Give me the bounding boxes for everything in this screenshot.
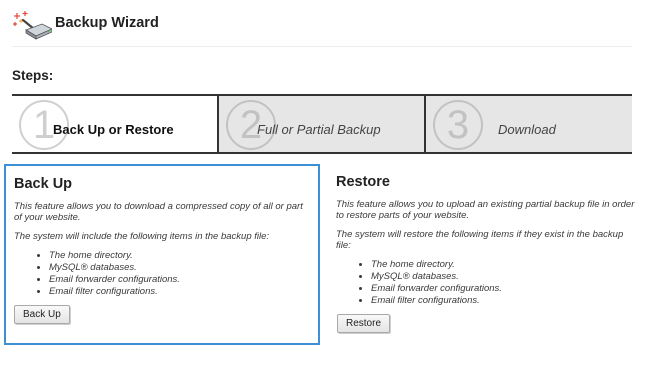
list-item: MySQL® databases. <box>371 271 636 283</box>
step-label: Back Up or Restore <box>53 122 174 137</box>
backup-panel[interactable]: Back Up This feature allows you to downl… <box>4 164 320 345</box>
step-number-3: 3 <box>433 100 483 150</box>
page-title: Backup Wizard <box>55 15 159 31</box>
list-item: Email forwarder configurations. <box>49 274 310 286</box>
step-full-or-partial-backup[interactable]: 2 Full or Partial Backup <box>219 94 426 154</box>
restore-items-intro: The system will restore the following it… <box>336 229 624 251</box>
list-item: Email filter configurations. <box>371 295 636 307</box>
backup-title: Back Up <box>14 176 73 192</box>
step-download[interactable]: 3 Download <box>426 94 632 154</box>
restore-title: Restore <box>336 174 390 190</box>
step-label: Full or Partial Backup <box>257 122 381 137</box>
backup-wizard-icon <box>13 11 52 40</box>
list-item: Email filter configurations. <box>49 286 310 298</box>
restore-items-list: The home directory. MySQL® databases. Em… <box>336 259 636 307</box>
steps-heading: Steps: <box>12 68 54 83</box>
backup-items-intro: The system will include the following it… <box>14 231 270 242</box>
list-item: MySQL® databases. <box>49 262 310 274</box>
restore-button[interactable]: Restore <box>337 314 391 333</box>
list-item: The home directory. <box>49 250 310 262</box>
list-item: Email forwarder configurations. <box>371 283 636 295</box>
step-label: Download <box>498 122 556 137</box>
step-back-up-or-restore[interactable]: 1 Back Up or Restore <box>12 94 219 154</box>
header-divider <box>12 46 632 47</box>
restore-panel[interactable]: Restore This feature allows you to uploa… <box>336 164 636 354</box>
back-up-button[interactable]: Back Up <box>14 305 70 324</box>
list-item: The home directory. <box>371 259 636 271</box>
restore-description: This feature allows you to upload an exi… <box>336 199 635 221</box>
backup-items-list: The home directory. MySQL® databases. Em… <box>14 250 310 298</box>
page-header: Backup Wizard <box>12 10 632 40</box>
wizard-steps: 1 Back Up or Restore 2 Full or Partial B… <box>12 94 632 156</box>
backup-description: This feature allows you to download a co… <box>14 201 303 223</box>
